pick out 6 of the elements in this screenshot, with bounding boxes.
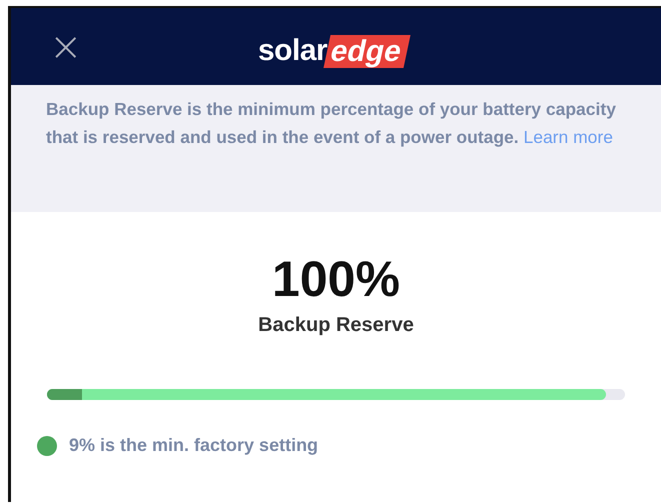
legend-text: 9% is the min. factory setting — [69, 435, 318, 456]
info-text: Backup Reserve is the minimum percentage of your battery capacity that is reserved and used in the event of a power outage. Learn more — [46, 98, 617, 149]
reserve-label: Backup Reserve — [257, 314, 415, 337]
reserve-value: 100% — [271, 254, 401, 304]
minimum-segment — [47, 389, 82, 400]
close-button[interactable]: × — [49, 26, 83, 66]
